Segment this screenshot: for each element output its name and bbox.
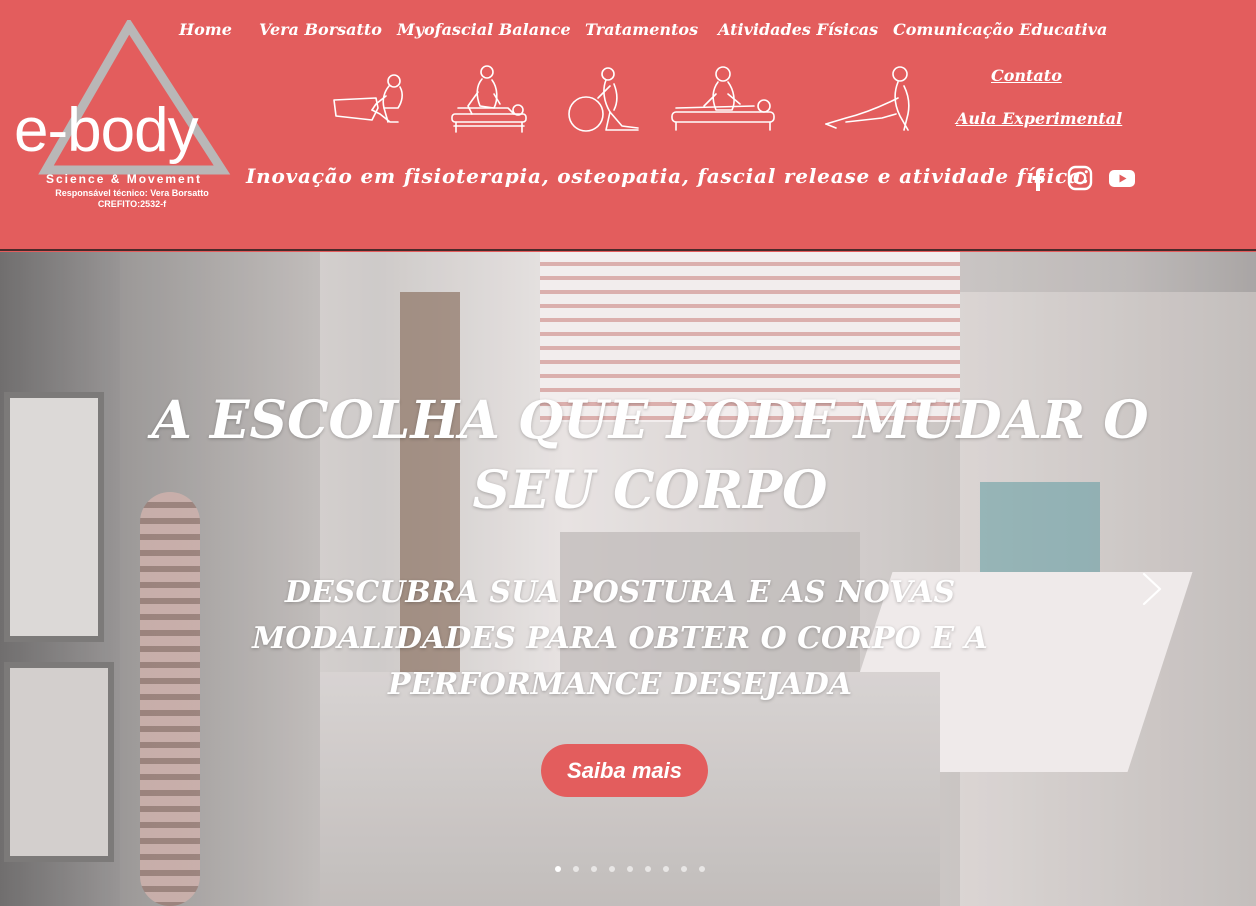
- nav-item-tratamentos[interactable]: Tratamentos: [585, 20, 698, 39]
- nav-item-vera-borsatto[interactable]: Vera Borsatto: [259, 20, 382, 39]
- slide-dot[interactable]: [645, 866, 651, 872]
- slide-dot[interactable]: [627, 866, 633, 872]
- stretch-pictogram-icon: [825, 66, 910, 131]
- nav-item-comunicacao-educativa[interactable]: Comunicação Educativa: [893, 20, 1107, 39]
- slide-dot[interactable]: [573, 866, 579, 872]
- facebook-icon[interactable]: [1024, 164, 1052, 192]
- slide-dot[interactable]: [663, 866, 669, 872]
- youtube-icon[interactable]: [1108, 164, 1136, 192]
- logo-crefito-text: CREFITO:2532-f: [97, 199, 167, 209]
- therapist-pictogram-icon: [451, 65, 527, 133]
- hero-subtitle: DESCUBRA SUA POSTURA E AS NOVAS MODALIDA…: [252, 575, 988, 702]
- slide-dot[interactable]: [609, 866, 615, 872]
- site-tagline: Inovação em fisioterapia, osteopatia, fa…: [246, 164, 1090, 188]
- slide-dot[interactable]: [699, 866, 705, 872]
- massage-pictogram-icon: [333, 74, 403, 123]
- physio-bed-pictogram-icon: [671, 66, 775, 131]
- treatment-pictograms: [0, 64, 1256, 136]
- logo-responsible-text: Responsável técnico: Vera Borsatto: [55, 188, 209, 198]
- nav-item-atividades-fisicas[interactable]: Atividades Físicas: [718, 20, 878, 39]
- hero-slideshow: A ESCOLHA QUE PODE MUDAR O SEU CORPO DES…: [0, 252, 1256, 906]
- hero-title: A ESCOLHA QUE PODE MUDAR O SEU CORPO: [151, 390, 1149, 521]
- saiba-mais-button[interactable]: Saiba mais: [541, 744, 708, 797]
- slide-dot[interactable]: [591, 866, 597, 872]
- ball-exercise-pictogram-icon: [568, 67, 639, 132]
- slide-dot[interactable]: [681, 866, 687, 872]
- next-slide-arrow-icon[interactable]: [1138, 570, 1168, 608]
- social-links: [1024, 164, 1144, 192]
- nav-item-home[interactable]: Home: [179, 20, 232, 39]
- instagram-icon[interactable]: [1066, 164, 1094, 192]
- main-nav: Home Vera Borsatto Myofascial Balance Tr…: [0, 20, 1256, 44]
- logo-responsible: Responsável técnico: Vera Borsatto CREFI…: [52, 188, 212, 210]
- nav-item-myofascial-balance[interactable]: Myofascial Balance: [397, 20, 571, 39]
- slide-dot[interactable]: [555, 866, 561, 872]
- logo-subtitle: Science & Movement: [46, 172, 203, 186]
- site-header: e-body Science & Movement Responsável té…: [0, 0, 1256, 251]
